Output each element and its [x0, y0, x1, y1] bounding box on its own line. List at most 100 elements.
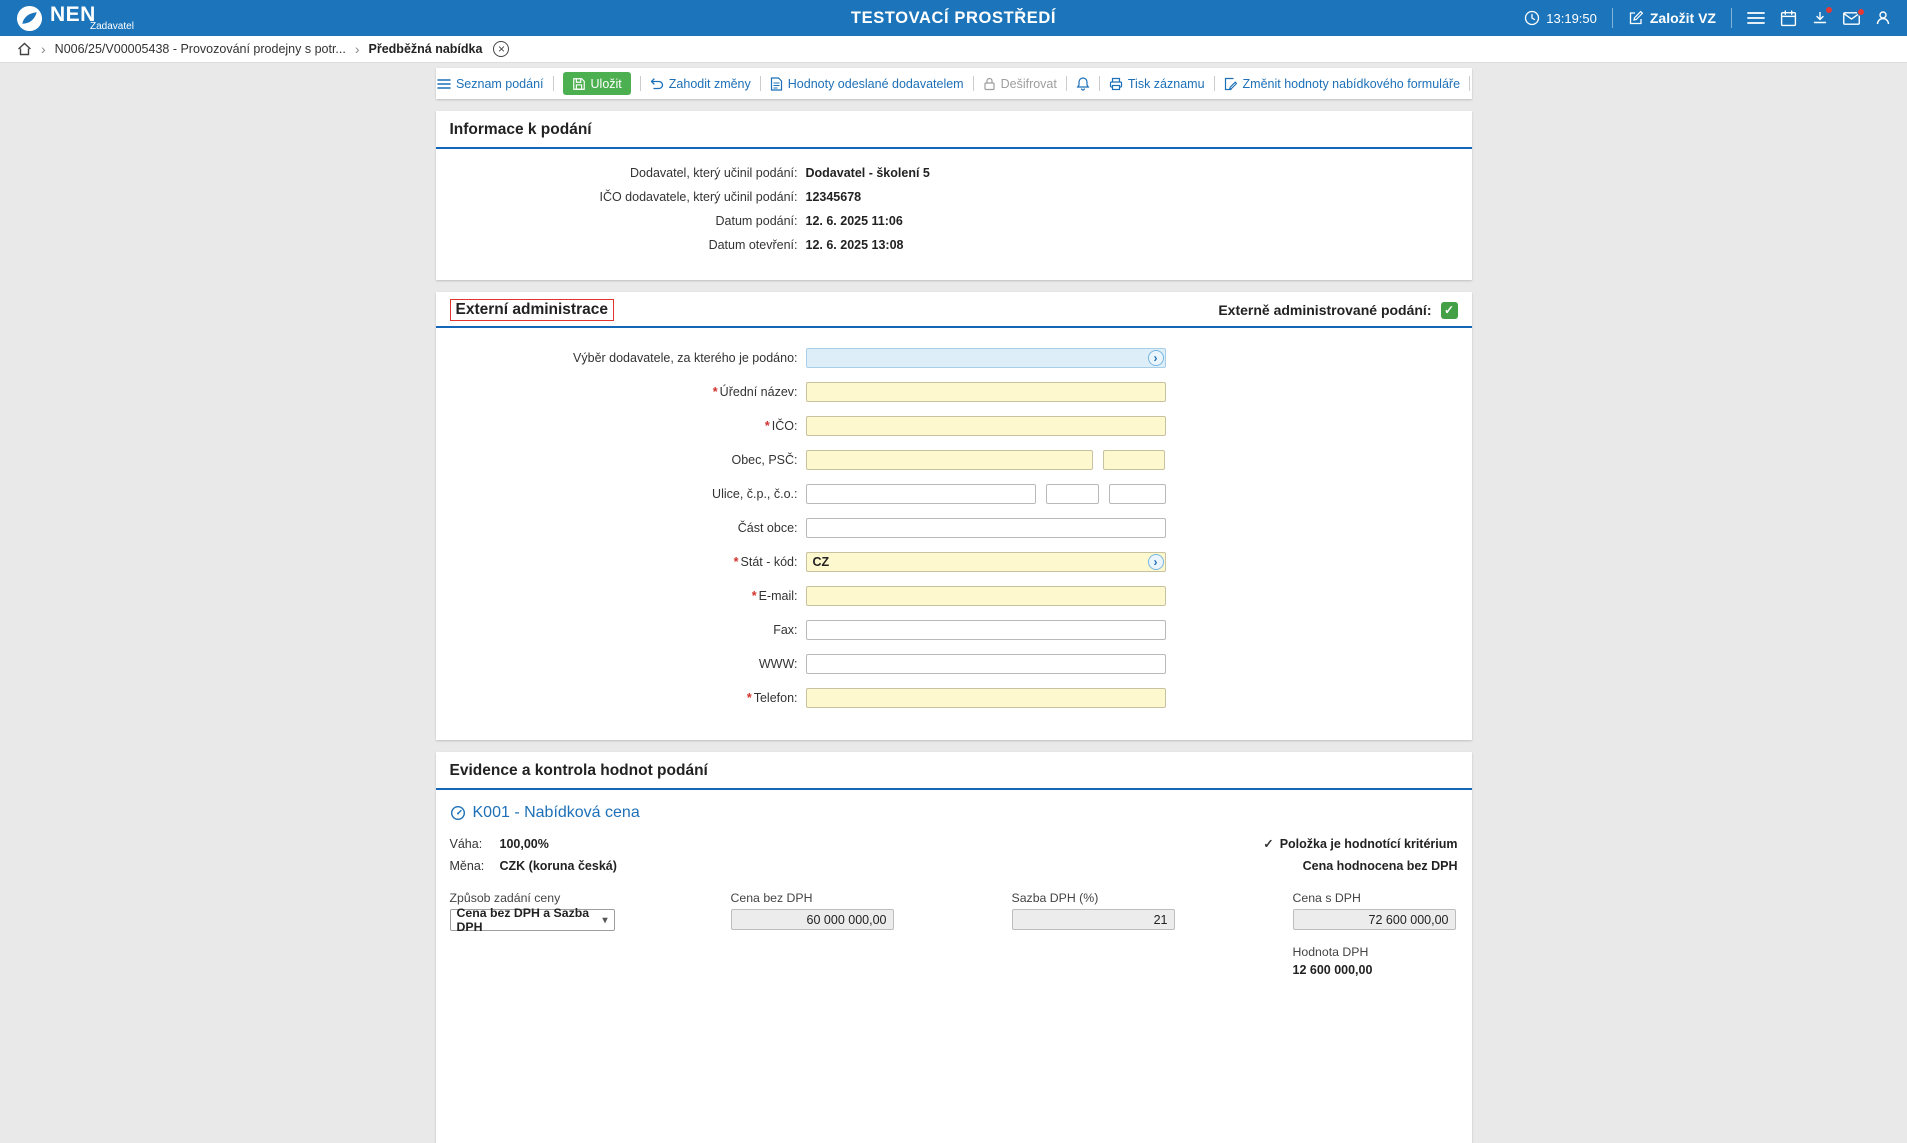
- downloads-icon[interactable]: [1812, 10, 1828, 26]
- discard-changes-button[interactable]: Zahodit změny: [650, 77, 751, 91]
- supplier-values-button[interactable]: Hodnoty odeslané dodavatelem: [770, 77, 964, 91]
- change-form-values-button[interactable]: Změnit hodnoty nabídkového formuláře: [1224, 77, 1461, 91]
- cislo-popisne-input[interactable]: [1046, 484, 1099, 504]
- info-row: Dodavatel, který učinil podání: Dodavate…: [436, 166, 1472, 180]
- breadcrumb: › N006/25/V00005438 - Provozování prodej…: [0, 36, 1907, 63]
- undo-icon: [650, 77, 664, 91]
- seznam-podani-button[interactable]: Seznam podání: [437, 77, 544, 91]
- nen-logo-icon: [16, 5, 43, 32]
- telefon-input[interactable]: [806, 688, 1166, 708]
- field-label: Obec, PSČ:: [436, 453, 806, 467]
- field-row-uredni-nazev: *Úřední název:: [436, 382, 1472, 402]
- hodnota-dph-cell: Hodnota DPH 12 600 000,00: [1293, 945, 1458, 977]
- lock-icon: [983, 77, 996, 91]
- stat-kod-lookup-button[interactable]: ›: [1148, 554, 1164, 570]
- toolbar-divider: [1066, 76, 1067, 91]
- toolbar-divider: [640, 76, 641, 91]
- info-label: IČO dodavatele, který učinil podání:: [436, 190, 806, 204]
- brand-subtitle: Zadavatel: [90, 22, 134, 32]
- zpusob-zadani-ceny-label: Způsob zadání ceny: [450, 891, 615, 905]
- field-label: WWW:: [436, 657, 806, 671]
- cena-s-dph-label: Cena s DPH: [1293, 891, 1458, 905]
- hodnota-dph-value: 12 600 000,00: [1293, 963, 1458, 977]
- www-input[interactable]: [806, 654, 1166, 674]
- field-label: *Stát - kód:: [436, 555, 806, 569]
- form-edit-icon: [1224, 77, 1238, 91]
- info-value: 12. 6. 2025 11:06: [806, 214, 903, 228]
- edit-icon: [1628, 10, 1644, 26]
- document-icon: [770, 77, 783, 91]
- sazba-dph-input[interactable]: [1012, 909, 1175, 930]
- fax-input[interactable]: [806, 620, 1166, 640]
- topbar: NEN Zadavatel TESTOVACÍ PROSTŘEDÍ 13:19:…: [0, 0, 1907, 36]
- zpusob-zadani-ceny-select[interactable]: Cena bez DPH a Sazba DPH ▾: [450, 909, 615, 931]
- field-row-www: WWW:: [436, 654, 1472, 674]
- cast-obce-input[interactable]: [806, 518, 1166, 538]
- ext-admin-checkbox[interactable]: ✓: [1441, 302, 1458, 319]
- toolbar-divider: [760, 76, 761, 91]
- field-row-ico: *IČO:: [436, 416, 1472, 436]
- chevron-right-icon: ›: [41, 42, 46, 56]
- nen-logo[interactable]: NEN Zadavatel: [16, 4, 134, 32]
- field-label: Ulice, č.p., č.o.:: [436, 487, 806, 501]
- cena-bez-dph-cell: Cena bez DPH: [731, 891, 896, 931]
- ico-input[interactable]: [806, 416, 1166, 436]
- ulice-input[interactable]: [806, 484, 1036, 504]
- section-title: Informace k podání: [436, 111, 1472, 149]
- evidence-section: Evidence a kontrola hodnot podání K001 -…: [436, 752, 1472, 1143]
- save-button[interactable]: Uložit: [563, 72, 631, 95]
- cena-bez-dph-input[interactable]: [731, 909, 894, 930]
- vaha-value: 100,00%: [500, 837, 549, 851]
- cena-s-dph-input[interactable]: [1293, 909, 1456, 930]
- mena-value: CZK (koruna česká): [500, 859, 617, 873]
- user-profile-icon[interactable]: [1875, 10, 1891, 26]
- field-row-ulice: Ulice, č.p., č.o.:: [436, 484, 1472, 504]
- messages-icon[interactable]: [1843, 12, 1860, 25]
- field-row-obec-psc: Obec, PSČ:: [436, 450, 1472, 470]
- chevron-down-icon: ▾: [602, 915, 607, 926]
- info-row: Datum podání: 12. 6. 2025 11:06: [436, 214, 1472, 228]
- page-content: Seznam podání Uložit Zahodit změny Hodno…: [436, 68, 1472, 1143]
- vyber-dodavatele-lookup-button[interactable]: ›: [1148, 350, 1164, 366]
- field-row-email: *E-mail:: [436, 586, 1472, 606]
- field-row-telefon: *Telefon:: [436, 688, 1472, 708]
- vyber-dodavatele-input[interactable]: [806, 348, 1166, 368]
- section-title-highlighted: Externí administrace: [450, 299, 614, 321]
- info-label: Dodavatel, který učinil podání:: [436, 166, 806, 180]
- notifications-bell-button[interactable]: [1076, 76, 1090, 91]
- field-row-vyber-dodavatele: Výběr dodavatele, za kterého je podáno: …: [436, 348, 1472, 368]
- calendar-icon[interactable]: [1780, 10, 1797, 27]
- toolbar-divider: [553, 76, 554, 91]
- field-row-fax: Fax:: [436, 620, 1472, 640]
- info-row: Datum otevření: 12. 6. 2025 13:08: [436, 238, 1472, 252]
- obec-input[interactable]: [806, 450, 1093, 470]
- field-label: Fax:: [436, 623, 806, 637]
- mena-row: Měna: CZK (koruna česká) Cena hodnocena …: [450, 859, 1458, 873]
- breadcrumb-item-procurement[interactable]: N006/25/V00005438 - Provozování prodejny…: [55, 42, 346, 56]
- info-label: Datum podání:: [436, 214, 806, 228]
- cislo-orientacni-input[interactable]: [1109, 484, 1166, 504]
- print-record-button[interactable]: Tisk záznamu: [1109, 77, 1205, 91]
- decrypt-button: Dešifrovat: [983, 77, 1057, 91]
- downloads-notification-badge: [1825, 6, 1833, 14]
- home-icon[interactable]: [17, 42, 32, 56]
- menu-button[interactable]: [1747, 11, 1765, 25]
- email-input[interactable]: [806, 586, 1166, 606]
- clock-icon: [1524, 10, 1540, 26]
- close-tab-icon[interactable]: ×: [493, 41, 509, 57]
- field-label: Výběr dodavatele, za kterého je podáno:: [436, 351, 806, 365]
- info-label: Datum otevření:: [436, 238, 806, 252]
- info-row: IČO dodavatele, který učinil podání: 123…: [436, 190, 1472, 204]
- create-vz-button[interactable]: Založit VZ: [1628, 10, 1716, 26]
- stat-kod-input[interactable]: [806, 552, 1166, 572]
- bell-icon: [1076, 76, 1090, 91]
- current-time: 13:19:50: [1546, 11, 1597, 26]
- list-icon: [437, 77, 451, 91]
- mena-label: Měna:: [450, 859, 500, 873]
- psc-input[interactable]: [1103, 450, 1165, 470]
- uredni-nazev-input[interactable]: [806, 382, 1166, 402]
- k001-criterion-header[interactable]: K001 - Nabídková cena: [450, 804, 1458, 822]
- save-icon: [572, 77, 586, 91]
- action-toolbar: Seznam podání Uložit Zahodit změny Hodno…: [436, 68, 1472, 99]
- criterion-flag: ✓ Položka je hodnotící kritérium: [1263, 836, 1457, 851]
